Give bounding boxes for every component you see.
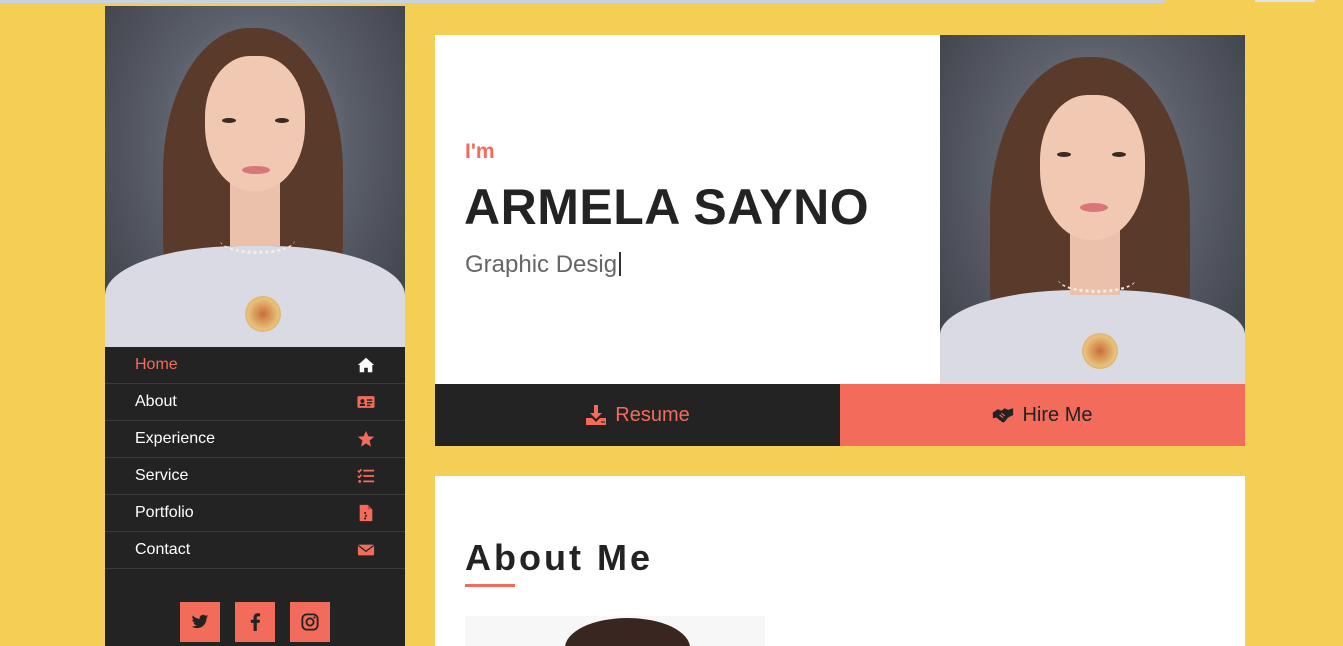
- sidebar-item-portfolio[interactable]: Portfolio: [105, 495, 405, 532]
- resume-button[interactable]: Resume: [435, 384, 840, 446]
- hero-profile-photo: [940, 35, 1245, 384]
- instagram-button[interactable]: [290, 602, 330, 642]
- sidebar-item-experience[interactable]: Experience: [105, 421, 405, 458]
- task-list-icon: [357, 467, 375, 485]
- hero-name: ARMELA SAYNO: [464, 179, 870, 235]
- hero-role-text: Graphic Desig: [465, 251, 618, 278]
- resume-button-label: Resume: [615, 403, 690, 426]
- sidebar-item-about[interactable]: About: [105, 384, 405, 421]
- sidebar-item-label: About: [135, 393, 177, 410]
- facebook-button[interactable]: [235, 602, 275, 642]
- about-photo-head: [565, 618, 690, 646]
- hero-role-typing: Graphic Desig: [465, 251, 622, 279]
- id-card-icon: [357, 393, 375, 411]
- social-links: [105, 602, 405, 642]
- sidebar-nav: Home About Experience Service Portfolio: [105, 347, 405, 569]
- sidebar-item-home[interactable]: Home: [105, 347, 405, 384]
- browser-scroll-indicator: [0, 0, 1165, 3]
- hire-me-button-label: Hire Me: [1022, 403, 1093, 426]
- browser-edge-indicator: [1255, 0, 1315, 2]
- envelope-icon: [357, 541, 375, 559]
- about-section: About Me: [435, 476, 1245, 646]
- about-title-underline: [465, 584, 515, 587]
- typing-caret: [619, 252, 622, 276]
- hero-intro: I'm: [465, 140, 495, 163]
- file-icon: [357, 504, 375, 522]
- sidebar-item-label: Experience: [135, 430, 216, 447]
- handshake-icon: [993, 408, 1014, 423]
- sidebar-item-contact[interactable]: Contact: [105, 532, 405, 569]
- twitter-icon: [191, 614, 209, 629]
- sidebar-item-label: Portfolio: [135, 504, 194, 521]
- hire-me-button[interactable]: Hire Me: [840, 384, 1245, 446]
- sidebar-item-service[interactable]: Service: [105, 458, 405, 495]
- hero-card: I'm ARMELA SAYNO Graphic Desig Resume Hi…: [435, 35, 1245, 446]
- twitter-button[interactable]: [180, 602, 220, 642]
- about-photo: [465, 616, 765, 646]
- about-title: About Me: [465, 537, 653, 578]
- sidebar-item-label: Contact: [135, 541, 191, 558]
- star-icon: [357, 430, 375, 448]
- sidebar-item-label: Home: [135, 356, 178, 373]
- home-icon: [357, 356, 375, 374]
- sidebar-profile-photo: [105, 6, 405, 347]
- sidebar: Home About Experience Service Portfolio: [105, 6, 405, 646]
- instagram-icon: [301, 613, 319, 631]
- facebook-icon: [250, 613, 261, 631]
- download-icon: [586, 405, 607, 425]
- sidebar-item-label: Service: [135, 467, 189, 484]
